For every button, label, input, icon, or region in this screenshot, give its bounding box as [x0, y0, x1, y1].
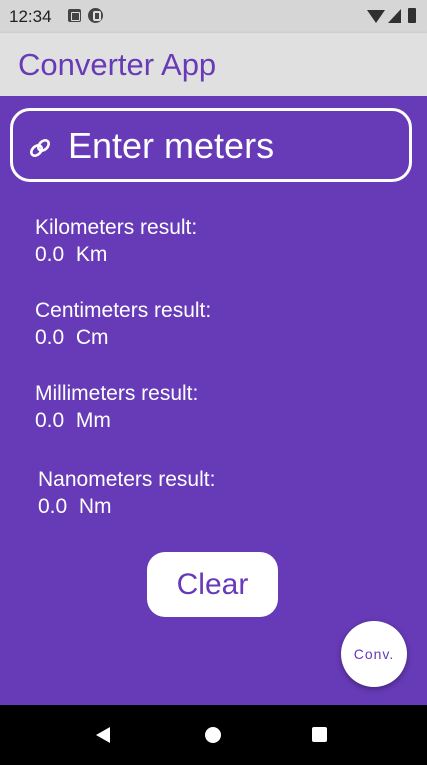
- kilometers-result-label: Kilometers result:: [35, 216, 198, 239]
- clear-button[interactable]: Clear: [147, 552, 278, 617]
- centimeters-result-label: Centimeters result:: [35, 299, 212, 322]
- meters-input-container[interactable]: [10, 108, 412, 182]
- millimeters-value: 0.0: [35, 409, 65, 432]
- millimeters-result-value: 0.0 Mm: [35, 409, 111, 433]
- signal-icon: [388, 9, 401, 23]
- link-icon: [30, 139, 50, 157]
- home-icon[interactable]: [205, 727, 221, 743]
- status-bar: 12:34: [0, 0, 427, 33]
- kilometers-value: 0.0: [35, 243, 65, 266]
- navigation-bar: [0, 705, 427, 765]
- convert-button[interactable]: Conv.: [341, 621, 407, 687]
- kilometers-unit: Km: [75, 243, 108, 266]
- wifi-icon: [367, 10, 385, 23]
- back-icon[interactable]: [96, 727, 110, 743]
- notification-p-icon: [88, 8, 103, 23]
- app-title: Converter App: [18, 47, 217, 82]
- kilometers-result-value: 0.0 Km: [35, 243, 107, 267]
- status-time: 12:34: [9, 7, 52, 26]
- recents-icon[interactable]: [312, 727, 327, 742]
- centimeters-result-value: 0.0 Cm: [35, 326, 109, 350]
- main-content: Kilometers result: 0.0 Km Centimeters re…: [0, 96, 427, 705]
- app-bar: Converter App: [0, 33, 427, 96]
- millimeters-unit: Mm: [75, 409, 111, 432]
- meters-input[interactable]: [68, 121, 398, 171]
- centimeters-unit: Cm: [75, 326, 109, 349]
- nanometers-result-label: Nanometers result:: [38, 468, 216, 491]
- nanometers-result-value: 0.0 Nm: [38, 495, 112, 519]
- millimeters-result-label: Millimeters result:: [35, 382, 199, 405]
- nanometers-value: 0.0: [38, 495, 68, 518]
- centimeters-value: 0.0: [35, 326, 65, 349]
- notification-a-icon: [68, 9, 81, 22]
- battery-icon: [408, 8, 416, 23]
- nanometers-unit: Nm: [78, 495, 112, 518]
